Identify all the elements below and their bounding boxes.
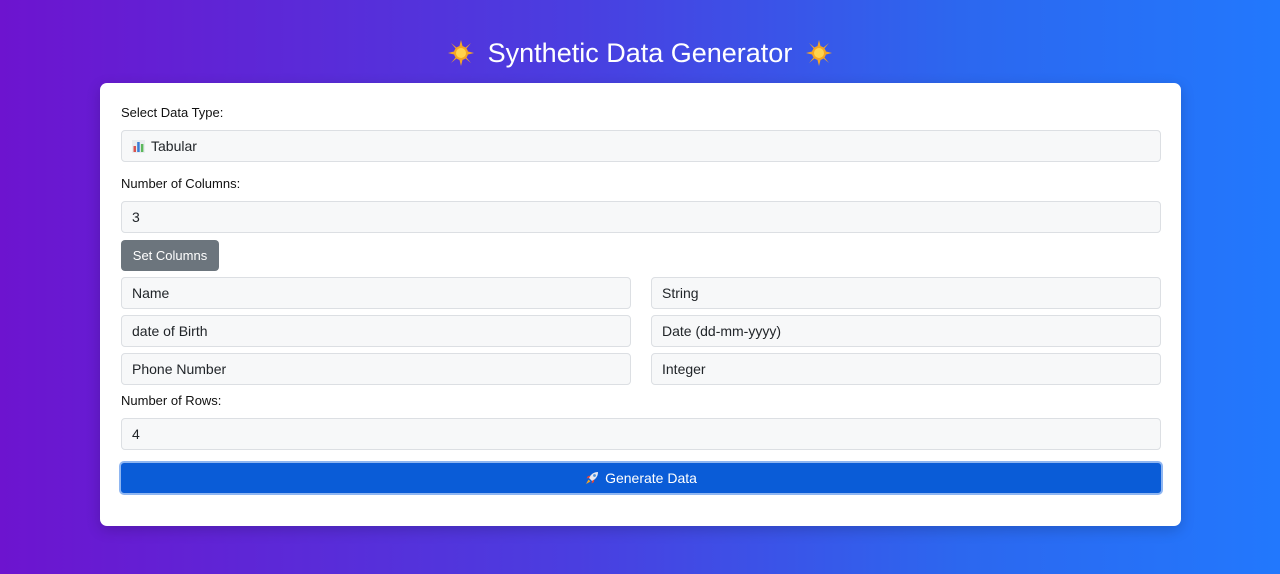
sparkle-icon bbox=[804, 38, 834, 68]
column-type-select[interactable]: Integer bbox=[651, 353, 1161, 385]
bar-chart-icon bbox=[132, 133, 145, 153]
column-name-input[interactable]: Name bbox=[121, 277, 631, 309]
generate-data-label: Generate Data bbox=[605, 470, 697, 486]
title-text: Synthetic Data Generator bbox=[487, 38, 793, 68]
column-type-select[interactable]: String bbox=[651, 277, 1161, 309]
columns-count-label: Number of Columns: bbox=[121, 176, 241, 191]
rocket-icon bbox=[585, 465, 599, 484]
column-name-input[interactable]: date of Birth bbox=[121, 315, 631, 347]
column-type-select[interactable]: Date (dd-mm-yyyy) bbox=[651, 315, 1161, 347]
column-name-input[interactable]: Phone Number bbox=[121, 353, 631, 385]
page-title: Synthetic Data Generator bbox=[0, 33, 1280, 73]
generate-data-button[interactable]: Generate Data bbox=[119, 461, 1163, 495]
columns-count-input[interactable]: 3 bbox=[121, 201, 1161, 233]
set-columns-button[interactable]: Set Columns bbox=[121, 240, 219, 271]
rows-count-input[interactable]: 4 bbox=[121, 418, 1161, 450]
form-card: Select Data Type: Tabular Number of Colu… bbox=[100, 83, 1181, 526]
data-type-select[interactable]: Tabular bbox=[121, 130, 1161, 162]
rows-count-label: Number of Rows: bbox=[121, 393, 222, 408]
sparkle-icon bbox=[446, 38, 476, 68]
data-type-value: Tabular bbox=[151, 138, 197, 154]
data-type-label: Select Data Type: bbox=[121, 105, 224, 120]
